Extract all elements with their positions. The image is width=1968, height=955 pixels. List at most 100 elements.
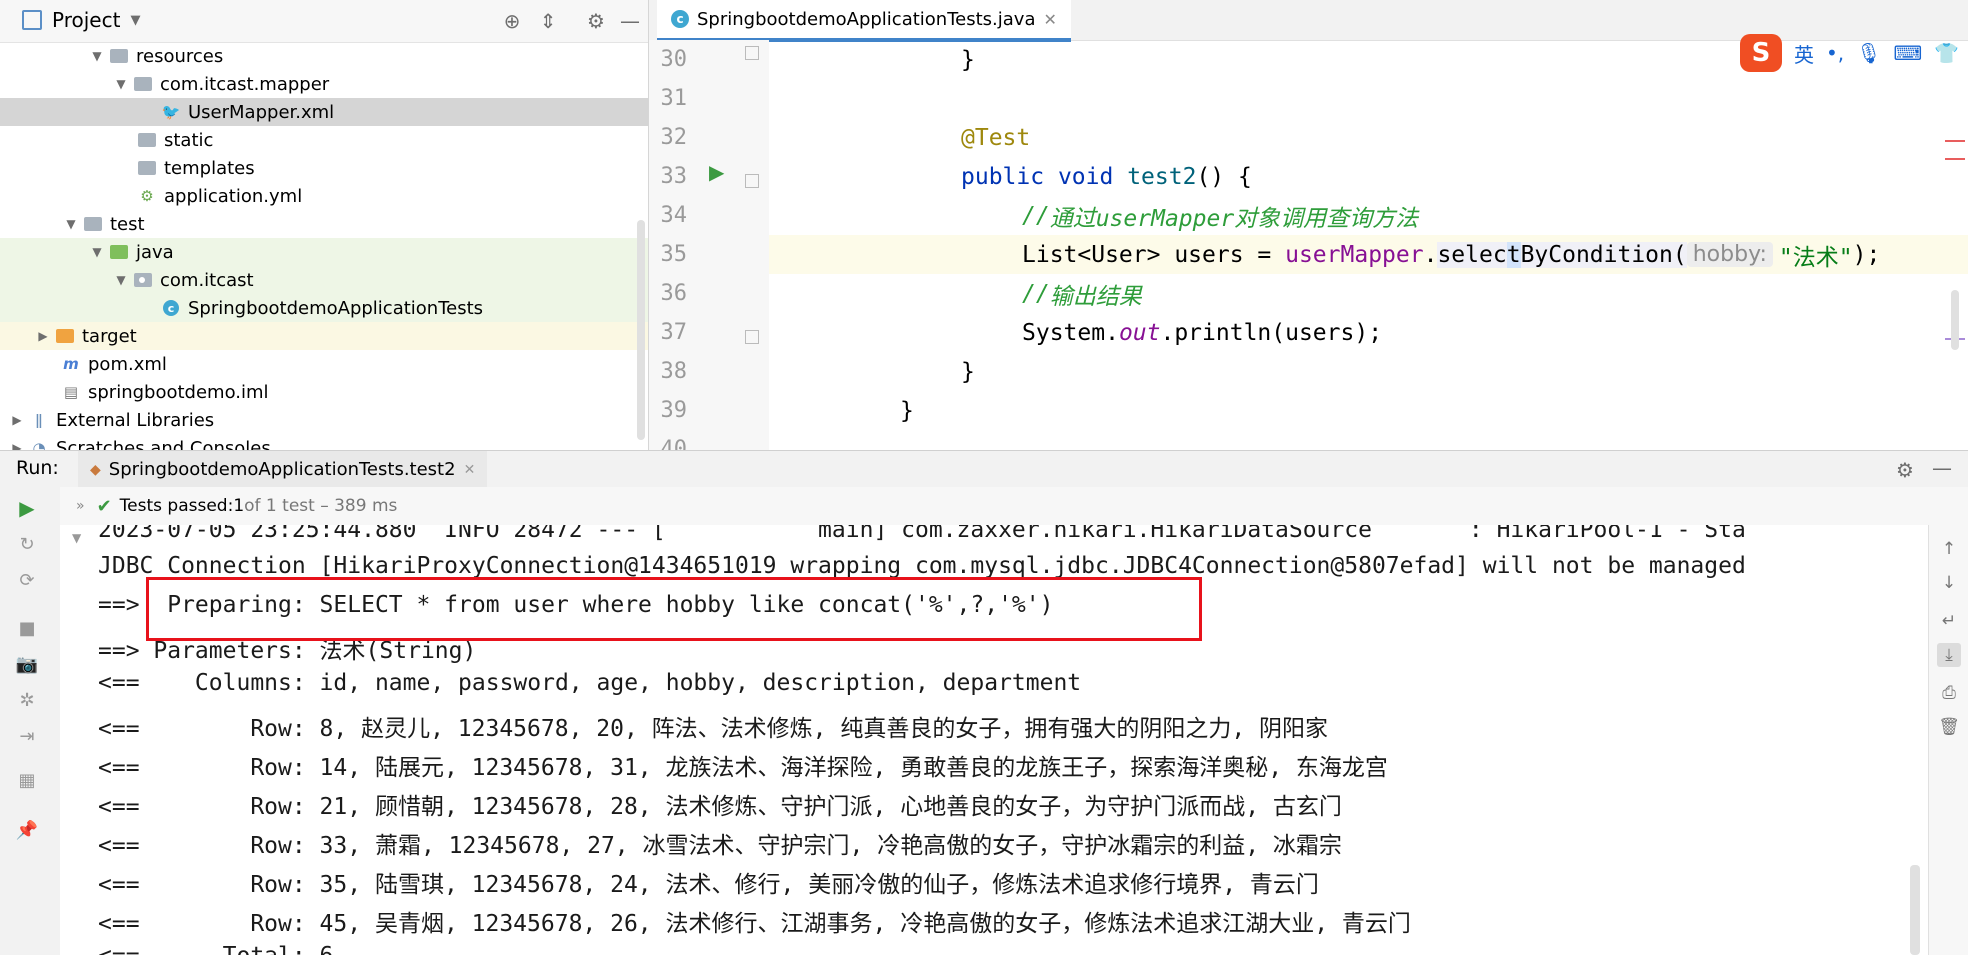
down-arrow-icon[interactable]: ↓ [1937, 571, 1961, 595]
settings-icon[interactable]: ✲ [14, 687, 40, 713]
code-line-38[interactable]: } [769, 352, 975, 391]
stop-icon[interactable]: ■ [14, 615, 40, 641]
chevron-down-icon[interactable]: ▼ [72, 531, 81, 545]
chevron-down-icon[interactable]: ▼ [114, 273, 128, 287]
tree-item-pom-xml[interactable]: m pom.xml [0, 350, 648, 378]
chevron-right-icon[interactable]: ▶ [36, 329, 50, 343]
libraries-icon: ǁ [35, 411, 43, 429]
tab-run-config[interactable]: ◆ SpringbootdemoApplicationTests.test2 ✕ [78, 451, 488, 491]
tree-item-resources[interactable]: ▼ resources [0, 42, 648, 70]
tree-item-templates[interactable]: templates [0, 154, 648, 182]
console-scrollbar[interactable] [1910, 865, 1920, 955]
tree-item-label: UserMapper.xml [188, 101, 335, 123]
editor-scrollbar[interactable] [1951, 290, 1959, 350]
fold-marker-icon[interactable] [745, 46, 759, 60]
chevron-down-icon[interactable]: ▼ [114, 77, 128, 91]
code-line-33[interactable]: public void test2() { [769, 157, 1252, 196]
line-number: 30 [660, 47, 688, 72]
up-arrow-icon[interactable]: ↑ [1937, 537, 1961, 561]
skin-icon[interactable]: 👕 [1934, 41, 1959, 65]
sogou-logo-icon[interactable]: S [1740, 34, 1782, 72]
tree-item-external-libraries[interactable]: ▶ ǁ External Libraries [0, 406, 648, 434]
tree-item-label: test [110, 213, 145, 235]
folder-icon [138, 133, 156, 147]
tree-item-scratches[interactable]: ▶ ◔ Scratches and Consoles [0, 434, 648, 451]
collapse-all-icon[interactable]: ⇕ [536, 9, 560, 33]
project-view-selector[interactable]: Project ▼ [22, 8, 140, 32]
field-usermapper: userMapper [1285, 241, 1424, 268]
line-number: 40 [660, 437, 688, 450]
layout-icon[interactable]: ▦ [14, 767, 40, 793]
maven-icon: m [63, 355, 79, 373]
code-line-39[interactable]: } [769, 391, 914, 430]
close-icon[interactable]: ✕ [1043, 10, 1056, 29]
code-line-30[interactable]: } [769, 40, 975, 79]
tree-item-target[interactable]: ▶ target [0, 322, 648, 350]
chevron-right-icon[interactable]: ▶ [10, 441, 24, 450]
pin-icon[interactable]: 📌 [14, 817, 40, 843]
run-test-icon[interactable]: ▶ [709, 160, 735, 186]
toggle-auto-test-icon[interactable]: ⟳ [14, 567, 40, 593]
console-line: <== Row: 8, 赵灵儿, 12345678, 20, 阵法、法术修炼, … [98, 716, 1329, 742]
project-scrollbar[interactable] [637, 220, 645, 440]
exit-icon[interactable]: ⇥ [14, 723, 40, 749]
tree-item-springbootdemo-iml[interactable]: ▤ springbootdemo.iml [0, 378, 648, 406]
chevron-down-icon[interactable]: ▼ [90, 49, 104, 63]
tab-springbootdemoapplicationtests[interactable]: c SpringbootdemoApplicationTests.java ✕ [657, 0, 1071, 42]
tree-item-static[interactable]: static [0, 126, 648, 154]
fold-marker-icon[interactable] [745, 330, 759, 344]
tree-item-application-yml[interactable]: ⚙ application.yml [0, 182, 648, 210]
project-tree: ▼ resources ▼ com.itcast.mapper 🐦 UserMa… [0, 42, 648, 450]
tree-item-com-itcast-mapper[interactable]: ▼ com.itcast.mapper [0, 70, 648, 98]
mybatis-xml-icon: 🐦 [161, 103, 181, 121]
package-icon [134, 273, 152, 287]
tree-item-label: java [136, 241, 174, 263]
keyboard-icon[interactable]: ⌨ [1894, 41, 1923, 65]
error-stripe-mark[interactable] [1945, 140, 1965, 142]
rerun-icon[interactable]: ▶ [14, 495, 40, 521]
gear-icon[interactable]: ⚙ [584, 9, 608, 33]
keyword-void: void [1057, 163, 1114, 190]
expand-icon[interactable]: » [76, 498, 85, 514]
package-icon [134, 77, 152, 91]
hide-icon[interactable]: — [1932, 456, 1952, 480]
chevron-down-icon: ▼ [130, 12, 141, 28]
fold-marker-icon[interactable] [745, 174, 759, 188]
print-icon[interactable]: ⎙ [1937, 681, 1961, 705]
camera-icon[interactable]: 📷 [14, 651, 40, 677]
code-line-37[interactable]: System. out .println(users); [769, 313, 1382, 352]
tree-item-test[interactable]: ▼ test [0, 210, 648, 238]
code-text: () { [1196, 163, 1252, 190]
code-line-32[interactable]: @Test [769, 118, 1030, 157]
comment-text: 输出结果 [1049, 283, 1142, 310]
test-folder-icon [110, 245, 128, 259]
test-status-bar: » ✔ Tests passed: 1 of 1 test – 389 ms [60, 487, 1968, 525]
chevron-right-icon[interactable]: ▶ [10, 413, 24, 427]
code-line-36[interactable]: //输出结果 [769, 274, 1142, 313]
tree-item-com-itcast[interactable]: ▼ com.itcast [0, 266, 648, 294]
ime-language[interactable]: 英 [1794, 39, 1814, 68]
run-tab-label: SpringbootdemoApplicationTests.test2 [108, 459, 456, 480]
close-icon[interactable]: ✕ [464, 462, 476, 478]
hide-icon[interactable]: — [618, 9, 642, 33]
gear-icon[interactable]: ⚙ [1896, 458, 1914, 482]
chevron-down-icon[interactable]: ▼ [90, 245, 104, 259]
tree-item-usermapper-xml[interactable]: 🐦 UserMapper.xml [0, 98, 648, 126]
trash-icon[interactable]: 🗑 [1937, 715, 1961, 739]
locate-icon[interactable]: ⊕ [500, 9, 524, 33]
tab-label: SpringbootdemoApplicationTests.java [697, 8, 1036, 30]
code-line-35[interactable]: List<User> users = userMapper. selec t ByCo… [769, 235, 1968, 274]
ime-punctuation[interactable]: •, [1826, 41, 1844, 65]
chevron-down-icon[interactable]: ▼ [64, 217, 78, 231]
microphone-icon[interactable]: 🎙 [1856, 41, 1881, 65]
error-stripe-mark[interactable] [1945, 158, 1965, 160]
comment-text: 通过userMapper对象调用查询方法 [1049, 205, 1419, 232]
tree-item-label: Scratches and Consoles [56, 437, 271, 451]
tree-item-springbootdemoapplicationtests[interactable]: c SpringbootdemoApplicationTests [0, 294, 648, 322]
code-line-34[interactable]: //通过userMapper对象调用查询方法 [769, 196, 1418, 235]
iml-icon: ▤ [63, 383, 79, 401]
rerun-failed-icon[interactable]: ↻ [14, 531, 40, 557]
scroll-to-end-icon[interactable]: ⤓ [1937, 643, 1961, 667]
soft-wrap-icon[interactable]: ↵ [1937, 609, 1961, 633]
tree-item-java[interactable]: ▼ java [0, 238, 648, 266]
